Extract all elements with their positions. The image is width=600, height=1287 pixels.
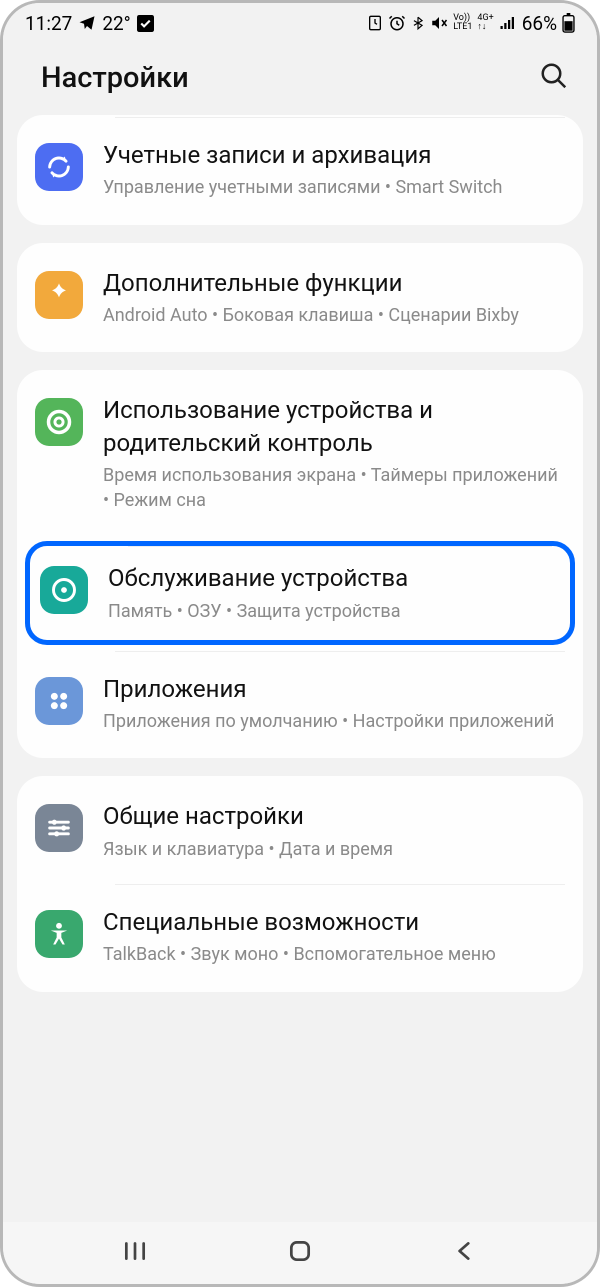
network-type-indicator: 4G+↑↓	[477, 14, 493, 32]
settings-group: Использование устройства и родительский …	[17, 370, 583, 758]
settings-list: Учетные записи и архивация Управление уч…	[3, 115, 597, 1030]
page-title: Настройки	[41, 61, 189, 95]
grid-icon	[35, 677, 83, 725]
recents-button[interactable]	[122, 1238, 148, 1268]
battery-icon	[562, 13, 575, 33]
settings-item-general[interactable]: Общие настройки Язык и клавиатура • Дата…	[17, 778, 583, 884]
item-title: Дополнительные функции	[103, 267, 565, 299]
bluetooth-icon	[411, 14, 425, 32]
target-icon	[35, 398, 83, 446]
item-title: Общие настройки	[103, 800, 565, 832]
plus-icon	[35, 271, 83, 319]
settings-item-wellbeing[interactable]: Использование устройства и родительский …	[17, 372, 583, 535]
status-time: 11:27	[25, 12, 72, 35]
check-box-icon	[137, 15, 154, 32]
back-icon	[452, 1238, 478, 1264]
home-icon	[287, 1238, 313, 1264]
home-button[interactable]	[287, 1238, 313, 1268]
settings-group: Общие настройки Язык и клавиатура • Дата…	[17, 776, 583, 991]
recents-icon	[122, 1238, 148, 1264]
settings-item-accounts[interactable]: Учетные записи и архивация Управление уч…	[17, 117, 583, 223]
item-title: Обслуживание устройства	[108, 562, 560, 594]
nav-bar	[3, 1222, 597, 1284]
item-subtitle: Управление учетными записями • Smart Swi…	[103, 175, 565, 200]
settings-item-apps[interactable]: Приложения Приложения по умолчанию • Нас…	[17, 651, 583, 757]
item-subtitle: Память • ОЗУ • Защита устройства	[108, 599, 560, 624]
item-subtitle: Язык и клавиатура • Дата и время	[103, 837, 565, 862]
alarm-icon	[388, 14, 406, 32]
item-subtitle: TalkBack • Звук моно • Вспомогательное м…	[103, 942, 565, 967]
settings-group: Учетные записи и архивация Управление уч…	[17, 115, 583, 225]
settings-item-maintenance[interactable]: Обслуживание устройства Память • ОЗУ • З…	[25, 541, 575, 645]
search-button[interactable]	[539, 61, 569, 95]
item-title: Использование устройства и родительский …	[103, 394, 565, 459]
back-button[interactable]	[452, 1238, 478, 1268]
sliders-icon	[35, 804, 83, 852]
signal-icon	[499, 15, 517, 31]
phone-frame: 11:27 22° Vo))LTE1	[0, 0, 600, 1287]
mute-icon	[430, 14, 448, 32]
battery-percent: 66%	[522, 12, 557, 35]
app-header: Настройки	[3, 43, 597, 115]
status-temp: 22°	[102, 12, 130, 35]
settings-item-accessibility[interactable]: Специальные возможности TalkBack • Звук …	[17, 884, 583, 990]
item-subtitle: Приложения по умолчанию • Настройки прил…	[103, 709, 565, 734]
settings-item-advanced[interactable]: Дополнительные функции Android Auto • Бо…	[17, 245, 583, 351]
item-subtitle: Время использования экрана • Таймеры при…	[103, 463, 565, 513]
item-title: Приложения	[103, 673, 565, 705]
item-title: Учетные записи и архивация	[103, 139, 565, 171]
settings-group: Дополнительные функции Android Auto • Бо…	[17, 243, 583, 353]
telegram-icon	[78, 14, 96, 32]
person-icon	[35, 910, 83, 958]
status-bar: 11:27 22° Vo))LTE1	[3, 3, 597, 43]
search-icon	[539, 61, 569, 91]
gauge-icon	[40, 566, 88, 614]
battery-saver-icon	[367, 15, 383, 31]
sync-icon	[35, 143, 83, 191]
item-subtitle: Android Auto • Боковая клавиша • Сценари…	[103, 303, 565, 328]
volte-indicator: Vo))LTE1	[453, 14, 472, 32]
item-title: Специальные возможности	[103, 906, 565, 938]
